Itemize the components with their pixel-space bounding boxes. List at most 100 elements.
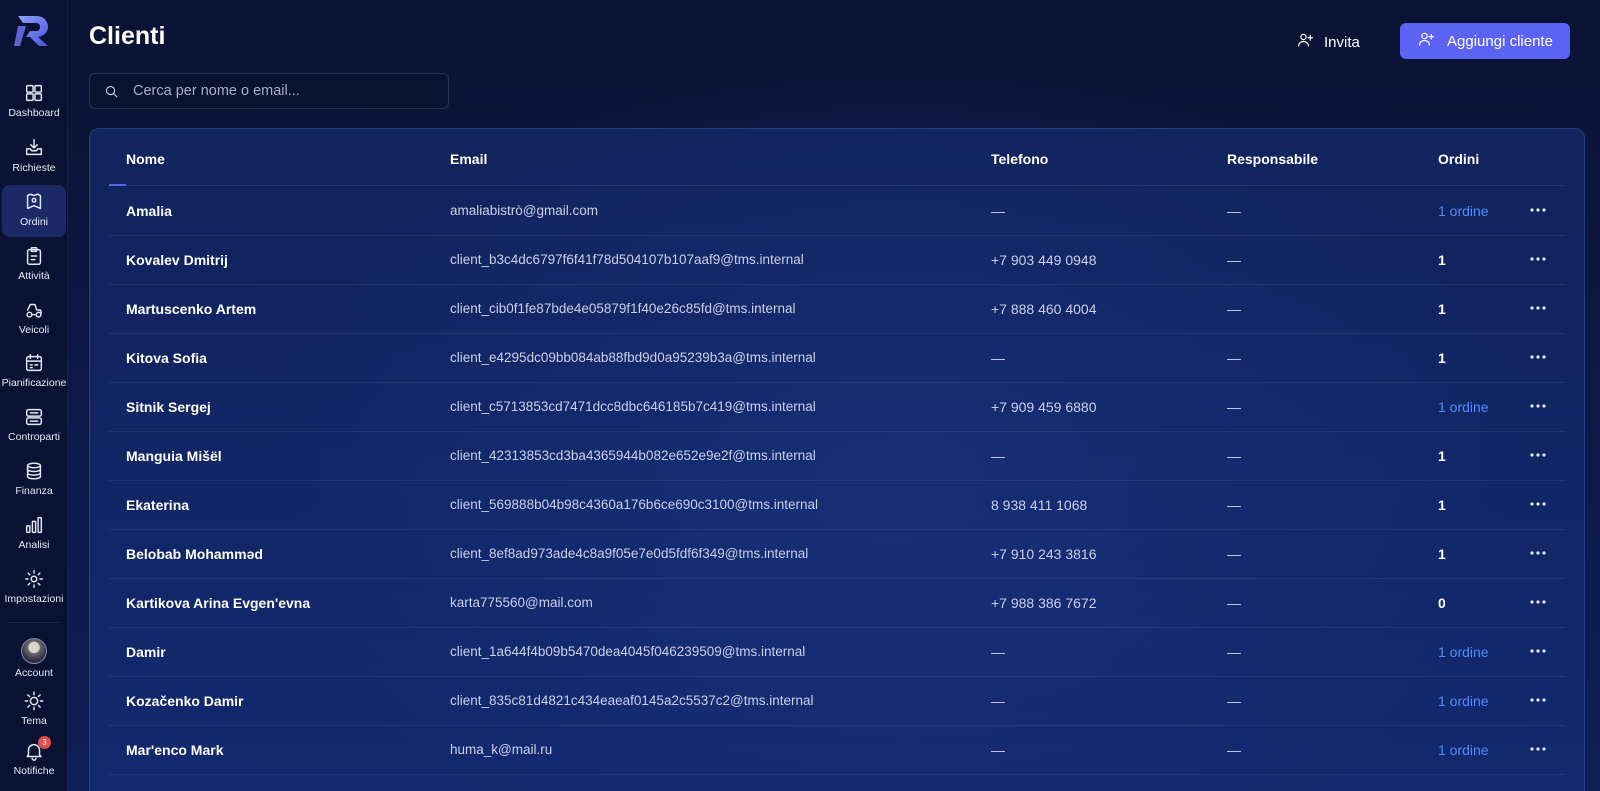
user-plus-icon <box>1296 31 1314 53</box>
table-row[interactable]: Martuscenko Artem client_cib0f1fe87bde4e0… <box>109 284 1565 334</box>
client-responsible: — <box>1227 399 1241 415</box>
add-client-button[interactable]: Aggiungi cliente <box>1400 23 1570 59</box>
client-orders[interactable]: 1 ordine <box>1438 693 1489 709</box>
client-orders[interactable]: 1 ordine <box>1438 742 1489 758</box>
row-actions-button[interactable] <box>1529 447 1549 463</box>
client-orders[interactable]: 1 ordine <box>1438 203 1489 219</box>
sidebar-item-notifiche[interactable]: 3 Notifiche <box>2 734 66 786</box>
client-name[interactable]: Kovalev Dmitrij <box>126 252 228 268</box>
sidebar-item-label: Account <box>15 667 53 679</box>
column-header-email[interactable]: Email <box>450 151 487 167</box>
client-name[interactable]: Amalia <box>126 203 172 219</box>
client-phone: +7 909 459 6880 <box>991 399 1097 415</box>
row-actions-button[interactable] <box>1529 398 1549 414</box>
app-logo[interactable] <box>14 12 52 50</box>
table-row[interactable]: Kozačenko Damir client_835c81d4821c434eae… <box>109 676 1565 726</box>
client-orders: 1 <box>1438 252 1446 268</box>
row-actions-button[interactable] <box>1529 594 1549 610</box>
sidebar-item-dashboard[interactable]: Dashboard <box>2 76 66 128</box>
client-name[interactable]: Ekaterina <box>126 497 189 513</box>
table-row[interactable]: Ekaterina client_569888b04b98c4360a176b6c… <box>109 480 1565 530</box>
clipboard-icon <box>26 247 42 265</box>
sidebar-item-label: Impostazioni <box>4 593 64 605</box>
table-row[interactable]: Mar'enco Mark huma_k@mail.ru — — 1 ordine <box>109 725 1565 775</box>
column-header-telefono[interactable]: Telefono <box>991 151 1048 167</box>
row-actions-button[interactable] <box>1529 643 1549 659</box>
row-actions-button[interactable] <box>1529 496 1549 512</box>
sidebar-item-label: Notifiche <box>13 765 55 777</box>
client-name[interactable]: Martuscenko Artem <box>126 301 256 317</box>
more-horizontal-icon <box>1530 257 1546 261</box>
sidebar-item-ordini[interactable]: Ordini <box>2 185 66 237</box>
user-plus-icon <box>1417 30 1435 52</box>
client-email: client_c5713853cd7471dcc8dbc646185b7c419… <box>450 399 816 414</box>
client-name[interactable]: Manguia Mišël <box>126 448 222 464</box>
column-header-nome[interactable]: Nome <box>126 151 165 167</box>
row-actions-button[interactable] <box>1529 300 1549 316</box>
column-header-ordini[interactable]: Ordini <box>1438 151 1479 167</box>
column-header-responsabile[interactable]: Responsabile <box>1227 151 1318 167</box>
row-actions-button[interactable] <box>1529 251 1549 267</box>
search-input[interactable] <box>133 83 433 99</box>
sidebar-item-veicoli[interactable]: Veicoli <box>2 293 66 345</box>
client-email: client_8ef8ad973ade4c8a9f05e7e0d5fdf6f34… <box>450 546 809 561</box>
client-responsible: — <box>1227 448 1241 464</box>
client-email: client_42313853cd3ba4365944b082e652e9e2f… <box>450 448 816 463</box>
more-horizontal-icon <box>1530 649 1546 653</box>
client-phone: — <box>991 693 1005 709</box>
table-row[interactable]: Kovalev Dmitrij client_b3c4dc6797f6f41f78… <box>109 235 1565 285</box>
client-responsible: — <box>1227 546 1241 562</box>
client-orders: 1 <box>1438 350 1446 366</box>
sidebar-item-analisi[interactable]: Analisi <box>2 508 66 560</box>
client-name[interactable]: Kartikova Arina Evgen'evna <box>126 595 310 611</box>
client-name[interactable]: Sitnik Sergej <box>126 399 211 415</box>
client-responsible: — <box>1227 693 1241 709</box>
table-row[interactable]: Damir client_1a644f4b09b5470dea4045f04623… <box>109 627 1565 677</box>
row-actions-button[interactable] <box>1529 741 1549 757</box>
client-phone: — <box>991 350 1005 366</box>
client-responsible: — <box>1227 595 1241 611</box>
client-orders: 1 <box>1438 546 1446 562</box>
client-orders: 1 <box>1438 301 1446 317</box>
sidebar-item-controparti[interactable]: Controparti <box>2 400 66 452</box>
client-phone: — <box>991 742 1005 758</box>
client-name[interactable]: Damir <box>126 644 166 660</box>
page-title: Clienti <box>89 22 166 50</box>
more-horizontal-icon <box>1530 600 1546 604</box>
table-row[interactable]: Manguia Mišël client_42313853cd3ba4365944… <box>109 431 1565 481</box>
sidebar-item-account[interactable]: Account <box>2 632 66 684</box>
table-row[interactable]: Amalia amaliabistrò@gmail.com — — 1 ordine <box>109 186 1565 236</box>
sidebar-item-impostazioni[interactable]: Impostazioni <box>2 562 66 614</box>
more-horizontal-icon <box>1530 355 1546 359</box>
sidebar-item-label: Finanza <box>15 485 53 497</box>
sidebar-item-tema[interactable]: Tema <box>2 684 66 736</box>
sidebar-item-label: Dashboard <box>8 107 60 119</box>
row-actions-button[interactable] <box>1529 692 1549 708</box>
client-orders[interactable]: 1 ordine <box>1438 644 1489 660</box>
truck-icon <box>26 303 43 318</box>
client-responsible: — <box>1227 350 1241 366</box>
table-row[interactable]: Sitnik Sergej client_c5713853cd7471dcc8db… <box>109 382 1565 432</box>
sidebar-item-attivita[interactable]: Attività <box>2 239 66 291</box>
sidebar-item-finanza[interactable]: Finanza <box>2 454 66 506</box>
invite-button[interactable]: Invita <box>1286 24 1370 60</box>
client-name[interactable]: Mar'enco Mark <box>126 742 223 758</box>
client-name[interactable]: Belobab Mohamməd <box>126 546 263 562</box>
table-row[interactable]: Kitova Sofia client_e4295dc09bb084ab88fbd… <box>109 333 1565 383</box>
table-row[interactable]: Kartikova Arina Evgen'evna karta775560@ma… <box>109 578 1565 628</box>
sidebar-item-pianificazione[interactable]: Pianificazione <box>2 346 66 398</box>
table-row[interactable]: Belobab Mohamməd client_8ef8ad973ade4c8a9… <box>109 529 1565 579</box>
sidebar-item-label: Richieste <box>12 162 56 174</box>
client-orders[interactable]: 1 ordine <box>1438 399 1489 415</box>
row-actions-button[interactable] <box>1529 349 1549 365</box>
sidebar-item-richieste[interactable]: Richieste <box>2 131 66 183</box>
row-actions-button[interactable] <box>1529 545 1549 561</box>
more-horizontal-icon <box>1530 306 1546 310</box>
more-horizontal-icon <box>1530 502 1546 506</box>
client-orders: 1 <box>1438 497 1446 513</box>
row-actions-button[interactable] <box>1529 202 1549 218</box>
client-name[interactable]: Kozačenko Damir <box>126 693 243 709</box>
client-name[interactable]: Kitova Sofia <box>126 350 207 366</box>
avatar <box>21 638 47 664</box>
sidebar-item-label: Analisi <box>18 539 50 551</box>
